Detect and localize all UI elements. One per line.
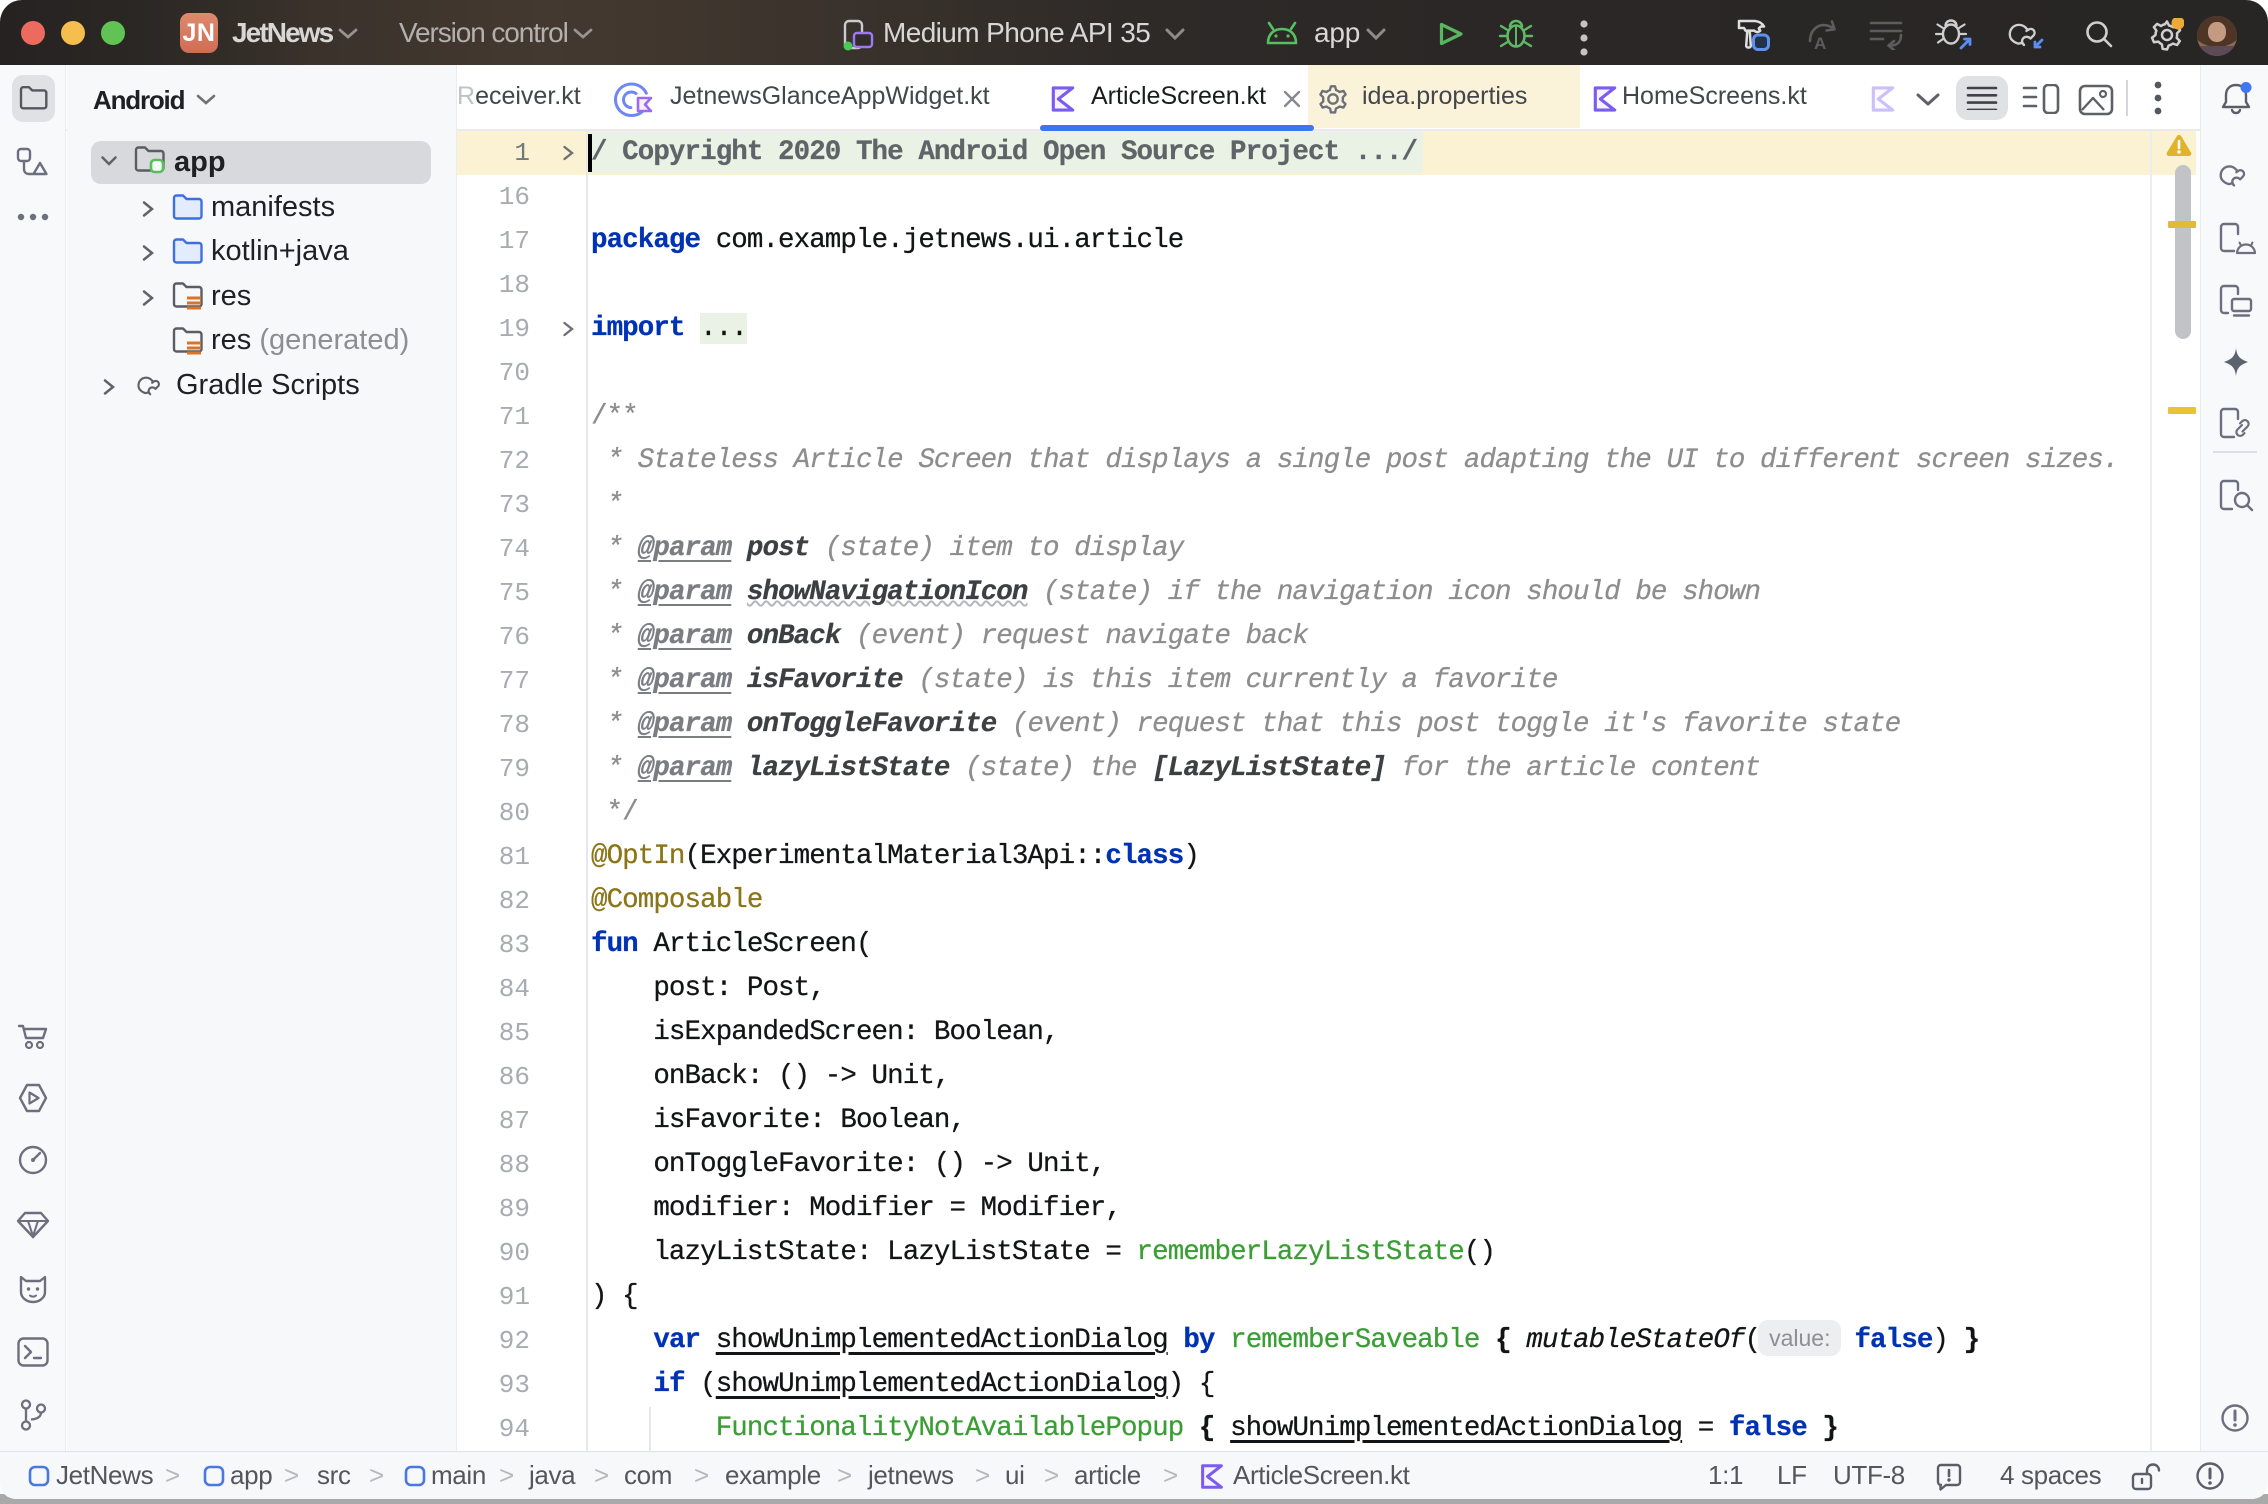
svg-text:A: A	[1814, 34, 1826, 51]
